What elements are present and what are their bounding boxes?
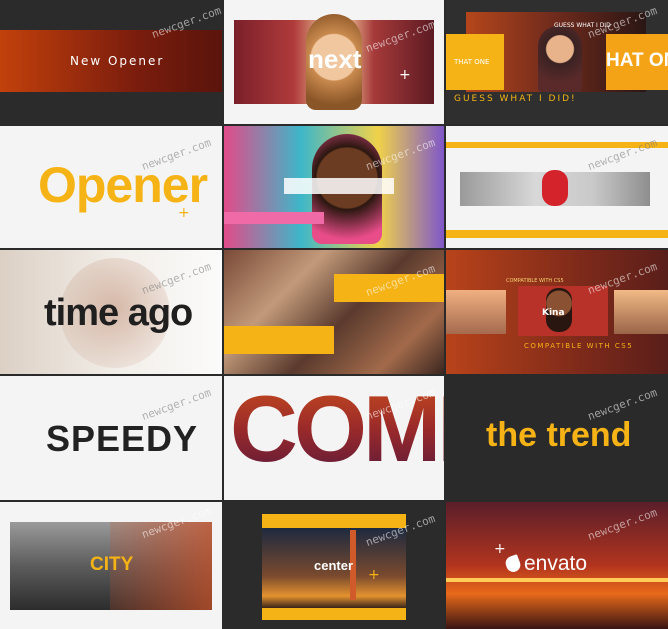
small-label: COMPATIBLE WITH CS5	[506, 278, 564, 284]
tagline: GUESS WHAT I DID!	[454, 94, 577, 104]
accent-bar-bottom	[262, 608, 406, 620]
tile-title: COME	[230, 382, 444, 476]
tile-center: center + newcger.com	[224, 502, 444, 629]
left-label: THAT ONE	[454, 58, 490, 66]
tile-title: New Opener	[70, 54, 165, 68]
tile-title: CITY	[90, 554, 134, 575]
glitch-bar	[224, 212, 324, 224]
tile-the-trend: the trend newcger.com	[446, 376, 668, 500]
accent-bar-top	[262, 514, 406, 528]
name-label: Kina	[542, 308, 565, 318]
tile-guess-what: THAT ONE HAT ON GUESS WHAT I DID GUESS W…	[446, 0, 668, 124]
tile-title: center	[314, 558, 354, 573]
accent-box	[224, 326, 334, 354]
template-preview-grid: New Opener newcger.com next + newcger.co…	[0, 0, 668, 629]
tile-title: time ago	[44, 292, 193, 334]
tile-title: SPEEDY	[46, 418, 199, 459]
watermark: newcger.com	[585, 505, 659, 544]
tile-envato: envato + newcger.com	[446, 502, 668, 629]
accent-bar-top	[446, 142, 668, 148]
plus-icon: +	[399, 67, 411, 83]
tile-compatible: Kina COMPATIBLE WITH CS5 COMPATIBLE WITH…	[446, 250, 668, 374]
right-label: HAT ON	[606, 50, 668, 71]
tile-opener: Opener + newcger.com	[0, 126, 222, 248]
tile-city: CITY newcger.com	[0, 502, 222, 629]
city-left	[446, 290, 506, 334]
tile-red-figure: newcger.com	[446, 126, 668, 248]
glitch-bar	[284, 178, 394, 194]
tile-come: COME newcger.com	[224, 376, 444, 500]
city-right	[614, 290, 668, 334]
tile-next: next + newcger.com	[224, 0, 444, 124]
tagline: COMPATIBLE WITH CS5	[524, 342, 634, 350]
red-figure	[542, 170, 568, 206]
accent-bar-bottom	[446, 230, 668, 238]
tile-title: the trend	[486, 416, 632, 454]
plus-icon: +	[494, 541, 506, 557]
accent-box	[334, 274, 444, 302]
plus-icon: +	[368, 567, 380, 583]
plus-icon: +	[178, 205, 190, 221]
bridge-lights	[446, 578, 668, 582]
portrait	[538, 26, 582, 92]
tile-title: next	[308, 44, 362, 74]
tile-time-ago: time ago newcger.com	[0, 250, 222, 374]
envato-leaf-icon	[503, 554, 523, 574]
tile-graffiti-portrait: newcger.com	[224, 126, 444, 248]
tile-title: envato	[524, 552, 588, 575]
tile-new-opener: New Opener newcger.com	[0, 0, 222, 124]
tile-speedy: SPEEDY newcger.com	[0, 376, 222, 500]
small-label: GUESS WHAT I DID	[554, 22, 611, 29]
tile-crowd: newcger.com	[224, 250, 444, 374]
